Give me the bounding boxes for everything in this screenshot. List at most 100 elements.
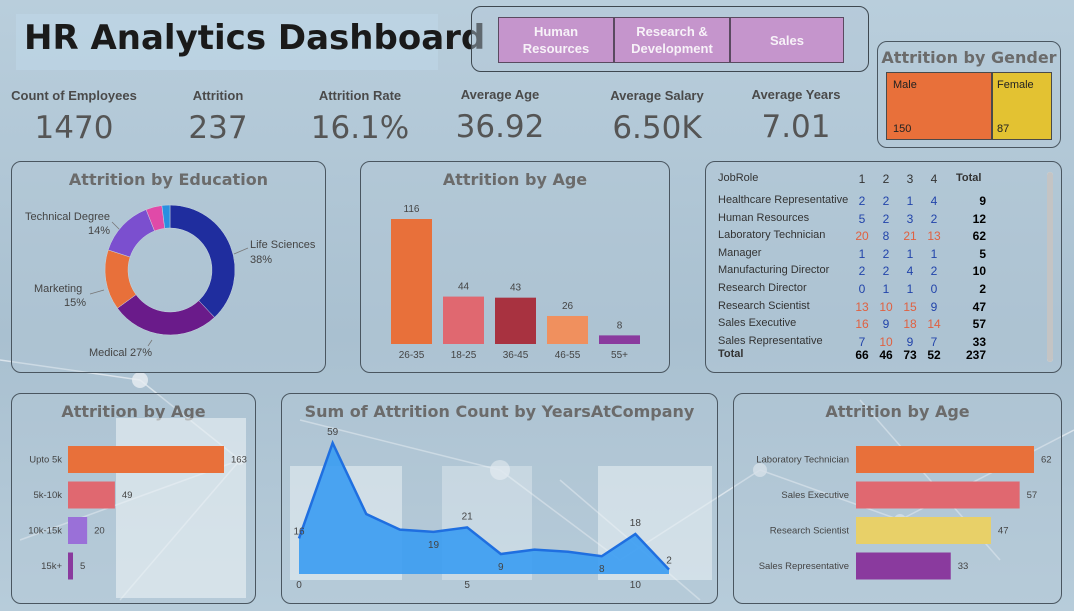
gender-title: Attrition by Gender [881,48,1057,67]
table-cell-total: 9 [979,194,986,208]
years-data-label: 2 [666,556,672,567]
page-title: HR Analytics Dashboard [24,18,486,58]
salary-tick-label: 15k+ [41,561,62,572]
table-total-row[interactable]: Total 66 46 73 52 237 [718,348,1048,365]
table-cell-value: 10 [879,334,893,349]
table-row[interactable]: Sales Executive 16 9 18 14 57 [718,317,1048,334]
donut-slice-technical-degree [107,209,155,258]
age-bar-label: 26 [562,301,574,312]
table-scrollbar-thumb[interactable] [1047,172,1053,362]
years-panel: Sum of Attrition Count by YearsAtCompany… [281,393,718,604]
kpi-label-attrition: Attrition [192,88,244,103]
table-row[interactable]: Research Scientist 13 10 15 9 47 [718,300,1048,317]
table-cell-total: 62 [972,229,986,244]
table-cell-total: 237 [965,348,986,362]
table-cell-value: 2 [930,211,938,226]
jobrole-matrix-panel: JobRole 1 2 3 4 Total Healthcare Represe… [705,161,1062,373]
salary-tick-label: 10k-15k [28,526,62,537]
table-cell-role: Research Scientist [718,299,810,312]
table-cell-value: 21 [903,229,917,244]
salary-bar-chart: Upto 5k 163 5k-10k 49 10k-15k 20 15k+ 5 [28,418,247,598]
age-bar [599,335,640,344]
table-cell-value: 1 [906,246,914,261]
label-life-sciences-pct: 38% [250,254,273,266]
table-cell-value: 2 [858,264,866,279]
age-tick-label: 55+ [611,350,628,361]
slicer-research-development[interactable]: Research & Development [614,17,730,63]
years-tick-label: 0 [296,580,302,591]
table-cell-role: Laboratory Technician [718,229,826,242]
table-cell-value: 2 [882,194,890,208]
gender-male-label: Male [893,79,917,91]
table-cell-value: 20 [855,229,869,244]
label-technical-degree-pct: 14% [88,225,111,237]
years-tick-label: 10 [630,580,642,591]
salary-tick-label: 5k-10k [33,490,62,501]
table-cell-value: 2 [882,264,890,279]
table-cell-value: 1 [906,282,914,296]
role-tick-label: Research Scientist [770,526,850,537]
table-cell-value: 4 [906,264,914,279]
role-bar [856,517,991,544]
age-panel: Attrition by Age 116 26-35 44 18-25 43 36-45 2… [360,161,670,373]
table-row[interactable]: Manager 1 2 1 1 5 [718,247,1048,264]
table-row[interactable]: Research Director 0 1 1 0 2 [718,282,1048,299]
age-tick-label: 36-45 [503,350,529,361]
table-scrollbar[interactable] [1047,172,1053,362]
salary-bar-label: 5 [80,561,85,572]
table-cell-total: 33 [972,334,986,349]
col-header-1: 1 [858,172,866,186]
slicer-sales[interactable]: Sales [730,17,844,63]
kpi-label-average-years: Average Years [751,87,841,102]
table-cell-role: Healthcare Representative [718,194,849,206]
table-cell-value: 2 [882,211,890,226]
department-slicer: Human Resources Research & Development S… [471,6,869,72]
kpi-value-attrition-rate: 16.1% [310,110,410,146]
table-cell-value: 52 [927,348,941,362]
slicer-human-resources[interactable]: Human Resources [498,17,614,63]
age-bar-label: 116 [404,204,420,215]
table-row[interactable]: Manufacturing Director 2 2 4 2 10 [718,264,1048,281]
table-cell-value: 2 [882,246,890,261]
table-cell-role: Human Resources [718,211,810,224]
salary-bar-label: 163 [231,455,247,466]
label-technical-degree: Technical Degree [25,211,110,223]
table-row[interactable]: Healthcare Representative 2 2 1 4 9 [718,194,1048,211]
table-cell-value: 10 [879,299,893,314]
table-row[interactable]: Human Resources 5 2 3 2 12 [718,212,1048,229]
table-cell-value: 13 [855,299,869,314]
table-cell-value: 1 [906,194,914,208]
label-marketing: Marketing [34,283,83,295]
table-cell-value: 0 [858,282,866,296]
col-header-4: 4 [930,172,938,186]
col-header-total: Total [956,172,982,184]
table-cell-value: 18 [903,317,917,332]
table-cell-role: Sales Executive [718,317,797,330]
kpi-label-attrition-rate: Attrition Rate [318,88,402,103]
kpi-value-average-age: 36.92 [455,109,545,145]
gender-male-tile[interactable]: Male 150 [886,72,992,140]
role-tick-label: Sales Representative [759,561,849,572]
age-bar [391,219,432,344]
table-cell-value: 73 [903,348,917,362]
table-cell-value: 46 [879,348,893,362]
table-cell-value: 1 [930,246,938,261]
table-cell-total: 5 [979,246,986,261]
label-marketing-pct: 15% [64,297,87,309]
years-data-label: 9 [498,562,504,573]
gender-female-tile[interactable]: Female 87 [992,72,1052,140]
salary-panel: Attrition by Age Upto 5k 163 5k-10k 49 10k-1… [11,393,256,604]
age-tick-label: 26-35 [399,350,425,361]
education-donut-chart [89,204,249,347]
label-life-sciences: Life Sciences [250,239,316,251]
table-row[interactable]: Laboratory Technician 20 8 21 13 62 [718,229,1048,246]
salary-bar [68,446,224,473]
role-bar-label: 33 [958,561,969,572]
table-cell-total: 2 [979,282,986,296]
role-panel: Attrition by Age Laboratory Technician 62… [733,393,1062,604]
col-header-3: 3 [906,172,914,186]
table-header-row: JobRole 1 2 3 4 Total [718,172,1048,189]
table-cell-total: 57 [972,317,986,332]
table-cell-role: Research Director [718,282,807,294]
role-bar-label: 57 [1027,490,1038,501]
